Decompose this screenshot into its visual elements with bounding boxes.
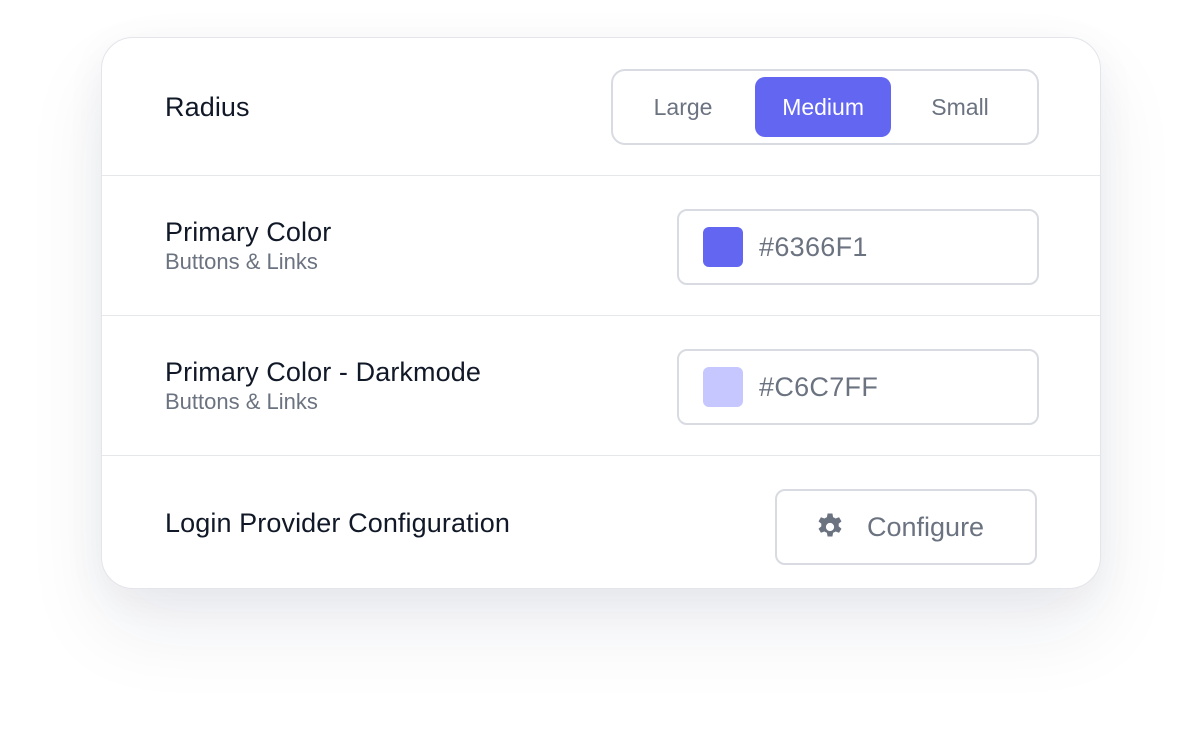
configure-button-label: Configure [867, 511, 985, 542]
login-provider-label: Login Provider Configuration [165, 508, 511, 538]
primary-color-row: Primary Color Buttons & Links #6366F1 [102, 176, 1100, 316]
primary-color-swatch[interactable] [703, 227, 743, 267]
primary-color-dark-swatch[interactable] [703, 367, 743, 407]
primary-color-label: Primary Color [165, 216, 332, 247]
radius-row: Radius Large Medium Small [102, 38, 1100, 176]
radius-segmented-control: Large Medium Small [611, 69, 1039, 145]
radius-option-small[interactable]: Small [891, 77, 1029, 137]
radius-label: Radius [165, 91, 250, 122]
login-provider-label-block: Login Provider Configuration [165, 507, 510, 539]
login-provider-row: Login Provider Configuration Configure [102, 456, 1100, 588]
radius-label-block: Radius [165, 91, 250, 123]
gear-icon [813, 510, 847, 544]
primary-color-sublabel: Buttons & Links [165, 248, 318, 274]
configure-button[interactable]: Configure [775, 489, 1037, 565]
primary-color-dark-label: Primary Color - Darkmode [165, 356, 481, 387]
primary-color-dark-field[interactable]: #C6C7FF [677, 349, 1039, 425]
primary-color-dark-row: Primary Color - Darkmode Buttons & Links… [102, 316, 1100, 456]
primary-color-dark-sublabel: Buttons & Links [165, 388, 318, 414]
settings-card: Radius Large Medium Small Primary Color … [101, 37, 1101, 589]
primary-color-dark-value[interactable]: #C6C7FF [759, 372, 878, 403]
radius-option-large[interactable]: Large [621, 77, 745, 137]
primary-color-label-block: Primary Color Buttons & Links [165, 216, 331, 276]
primary-color-field[interactable]: #6366F1 [677, 209, 1039, 285]
radius-option-medium[interactable]: Medium [755, 77, 892, 137]
primary-color-dark-label-block: Primary Color - Darkmode Buttons & Links [165, 356, 481, 416]
primary-color-value[interactable]: #6366F1 [759, 232, 868, 263]
